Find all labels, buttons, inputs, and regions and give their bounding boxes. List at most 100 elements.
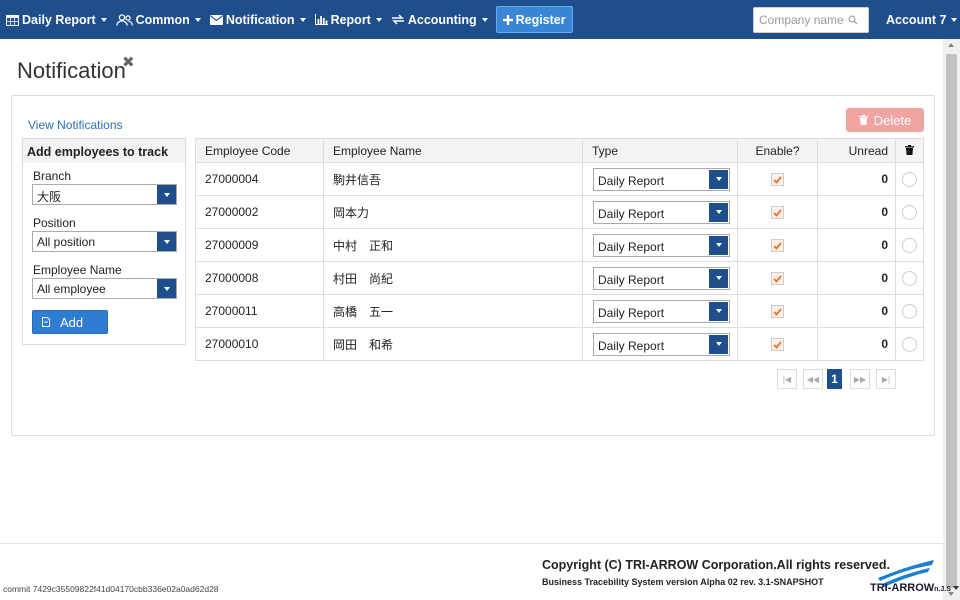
enable-cell [737, 162, 818, 196]
branch-label: Branch [33, 169, 72, 183]
row-select-radio[interactable] [902, 171, 917, 187]
company-search-input[interactable] [754, 9, 848, 31]
nav-daily-report[interactable]: Daily Report [0, 0, 112, 39]
col-employee-name: Employee Name [323, 138, 583, 163]
employee-name-cell: 岡本力 [323, 195, 583, 229]
type-cell: Daily Report [582, 294, 738, 328]
add-button[interactable]: Add [32, 310, 108, 334]
employee-name-cell: 高橋 五一 [323, 294, 583, 328]
enable-checkbox[interactable] [771, 305, 784, 319]
nav-notification[interactable]: Notification [206, 0, 311, 39]
footer-divider [0, 543, 943, 544]
table-row: 27000010 岡田 和希 Daily Report 0 [195, 327, 924, 361]
enable-cell [737, 294, 818, 328]
copyright-text: Copyright (C) TRI-ARROW Corporation.All … [542, 558, 890, 572]
type-cell: Daily Report [582, 195, 738, 229]
scroll-thumb[interactable] [946, 54, 957, 588]
type-value: Daily Report [598, 272, 665, 287]
enable-checkbox[interactable] [771, 173, 784, 187]
employee-name-cell: 駒井信吾 [323, 162, 583, 196]
enable-checkbox[interactable] [771, 272, 784, 286]
table-row: 27000009 中村 正和 Daily Report 0 [195, 228, 924, 262]
type-cell: Daily Report [582, 261, 738, 295]
notification-panel: View Notifications Delete Add employees … [11, 95, 935, 436]
close-icon[interactable]: ✖ [122, 53, 135, 71]
branch-select[interactable]: 大阪 [32, 184, 177, 205]
enable-checkbox[interactable] [771, 338, 784, 352]
row-select-radio[interactable] [902, 270, 917, 286]
logo-text: TRI-ARROWn.J.S [870, 582, 959, 594]
type-select[interactable]: Daily Report [593, 167, 730, 191]
type-value: Daily Report [598, 305, 665, 320]
unread-count: 0 [817, 195, 896, 229]
type-cell: Daily Report [582, 162, 738, 196]
logo-suffix: n.J.S [934, 586, 951, 593]
unread-count: 0 [817, 162, 896, 196]
employee-code-cell: 27000002 [195, 195, 324, 229]
position-select[interactable]: All position [32, 231, 177, 252]
next-page-button[interactable]: ▶▶ [850, 369, 870, 389]
page-scrollbar[interactable] [943, 39, 960, 600]
prev-page-button[interactable]: ◀◀ [803, 369, 823, 389]
employee-select[interactable]: All employee [32, 278, 177, 299]
top-navbar: Daily Report Common Notification Report … [0, 0, 960, 39]
unread-count: 0 [817, 294, 896, 328]
row-select-radio[interactable] [902, 237, 917, 253]
enable-cell [737, 261, 818, 295]
chevron-down-icon [481, 17, 488, 22]
employee-name-cell: 村田 尚紀 [323, 261, 583, 295]
row-select-radio[interactable] [902, 336, 917, 352]
nav-common[interactable]: Common [112, 0, 206, 39]
logo-brand: TRI-ARROW [870, 582, 935, 594]
row-select-radio[interactable] [902, 204, 917, 220]
chevron-down-icon [100, 17, 107, 22]
chevron-down-icon [709, 268, 728, 288]
chevron-down-icon [709, 235, 728, 255]
nav-accounting-label: Accounting [407, 12, 477, 27]
col-enable: Enable? [737, 138, 818, 163]
exchange-icon [391, 14, 405, 25]
chevron-down-icon [952, 586, 959, 591]
delete-cell [895, 195, 924, 229]
type-select[interactable]: Daily Report [593, 266, 730, 290]
delete-cell [895, 327, 924, 361]
account-menu[interactable]: Account 7 [882, 0, 960, 39]
enable-checkbox[interactable] [771, 206, 784, 220]
position-value: All position [37, 235, 96, 249]
pagination: |◀ ◀◀ 1 ▶▶ ▶| [777, 369, 896, 389]
first-page-button[interactable]: |◀ [777, 369, 797, 389]
row-select-radio[interactable] [902, 303, 917, 319]
type-select[interactable]: Daily Report [593, 299, 730, 323]
delete-button[interactable]: Delete [846, 108, 924, 132]
page-number-current[interactable]: 1 [827, 369, 842, 389]
search-icon[interactable] [848, 15, 858, 25]
nav-report[interactable]: Report [311, 0, 387, 39]
nav-accounting[interactable]: Accounting [387, 0, 493, 39]
type-select[interactable]: Daily Report [593, 233, 730, 257]
col-delete [895, 138, 924, 163]
plus-icon [502, 14, 513, 25]
col-type: Type [582, 138, 738, 163]
employee-code-cell: 27000009 [195, 228, 324, 262]
type-value: Daily Report [598, 206, 665, 221]
enable-cell [737, 327, 818, 361]
unread-count: 0 [817, 327, 896, 361]
type-select[interactable]: Daily Report [593, 200, 730, 224]
chevron-down-icon [157, 185, 176, 204]
chevron-down-icon [157, 232, 176, 251]
register-button[interactable]: Register [495, 6, 573, 33]
type-cell: Daily Report [582, 327, 738, 361]
view-notifications-link[interactable]: View Notifications [28, 118, 123, 132]
chevron-down-icon [709, 202, 728, 222]
enable-checkbox[interactable] [771, 239, 784, 253]
last-page-button[interactable]: ▶| [876, 369, 896, 389]
chevron-down-icon [194, 17, 201, 22]
delete-cell [895, 261, 924, 295]
bar-chart-icon [314, 14, 328, 25]
enable-cell [737, 195, 818, 229]
position-label: Position [33, 216, 76, 230]
scroll-up-icon[interactable] [948, 43, 954, 47]
type-value: Daily Report [598, 338, 665, 353]
type-select[interactable]: Daily Report [593, 332, 730, 356]
chevron-down-icon [709, 301, 728, 321]
